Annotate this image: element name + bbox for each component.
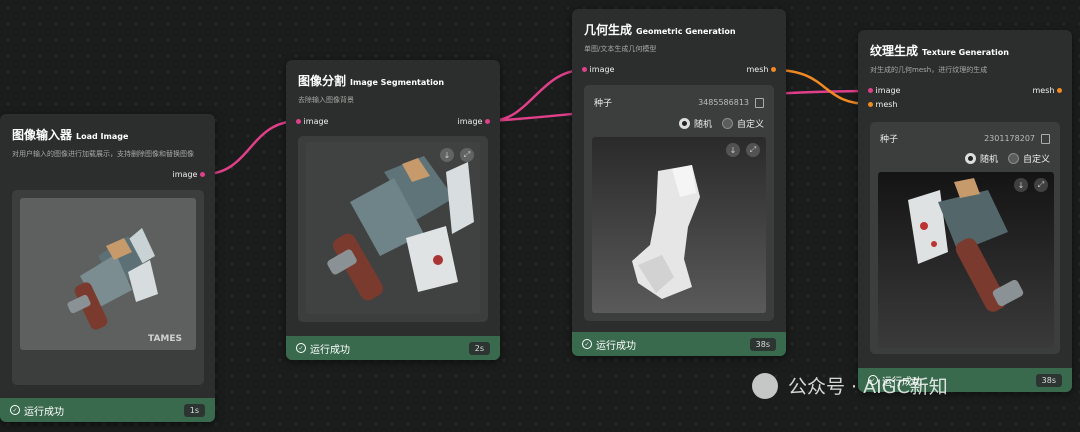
status-bar: ✓ 运行成功 2s xyxy=(286,336,500,360)
radio-custom-label: 自定义 xyxy=(1022,155,1050,165)
radio-random-label: 随机 xyxy=(693,120,712,130)
radio-random[interactable] xyxy=(678,118,690,129)
wire-geo-to-tex-mesh xyxy=(773,68,871,106)
texture-node[interactable]: 纹理生成 Texture Generation 对生成的几何mesh，进行纹理的生… xyxy=(858,30,1072,392)
axe-image-icon xyxy=(327,156,474,301)
run-time-badge: 38s xyxy=(749,337,776,351)
download-icon[interactable]: ↓ xyxy=(440,148,454,162)
node-title: 几何生成 Geometric Generation xyxy=(584,23,736,37)
input-port-mesh[interactable]: mesh xyxy=(868,100,898,109)
download-icon[interactable]: ↓ xyxy=(1014,178,1028,192)
segmented-image[interactable]: ↓ ⤢ xyxy=(306,142,480,314)
image-panel: ↓ ⤢ xyxy=(298,136,488,322)
output-port-image[interactable]: image xyxy=(173,170,205,179)
check-circle-icon: ✓ xyxy=(10,405,20,415)
fullscreen-icon[interactable]: ⤢ xyxy=(460,148,474,162)
output-port-mesh[interactable]: mesh xyxy=(747,65,776,74)
mesh-preview-image[interactable]: ↓ ⤢ xyxy=(592,137,766,313)
input-port-image[interactable]: image xyxy=(582,65,614,74)
seed-label: 种子 xyxy=(594,99,613,109)
radio-custom-label: 自定义 xyxy=(736,120,764,130)
node-description: 去除输入图像背景 xyxy=(298,96,354,104)
watermark-text: 公众号 · AIGC新知 xyxy=(788,376,948,398)
radio-random[interactable] xyxy=(964,153,976,164)
output-port-mesh[interactable]: mesh xyxy=(1033,86,1062,95)
radio-random-label: 随机 xyxy=(979,155,998,165)
wechat-watermark: 公众号 · AIGC新知 xyxy=(752,372,948,399)
radio-custom[interactable] xyxy=(1007,153,1019,164)
input-port-image[interactable]: image xyxy=(868,86,900,95)
status-label: 运行成功 xyxy=(596,340,636,352)
axe-image-icon xyxy=(67,228,158,330)
wechat-logo-icon xyxy=(752,372,778,399)
node-description: 对用户输入的图像进行加载展示，支持删除图像和替换图像 xyxy=(12,150,194,158)
seed-value[interactable]: 2301178207 xyxy=(984,134,1035,143)
status-label: 运行成功 xyxy=(310,344,350,356)
run-time-badge: 2s xyxy=(468,341,490,355)
run-time-badge: 1s xyxy=(183,403,205,417)
axe-image-icon xyxy=(908,178,1024,312)
fullscreen-icon[interactable]: ⤢ xyxy=(1034,178,1048,192)
geometry-node[interactable]: 几何生成 Geometric Generation 单图/文本生成几何模型 ima… xyxy=(572,9,786,356)
settings-panel: 种子 3485586813 随机 自定义 ↓ ⤢ xyxy=(584,85,774,321)
seed-row: 种子 3485586813 xyxy=(594,96,764,109)
check-circle-icon: ✓ xyxy=(582,339,592,349)
seed-mode-radio-group: 随机 自定义 xyxy=(964,152,1050,165)
seed-label: 种子 xyxy=(880,135,899,145)
radio-custom[interactable] xyxy=(721,118,733,129)
fullscreen-icon[interactable]: ⤢ xyxy=(746,143,760,157)
settings-panel: 种子 2301178207 随机 自定义 ↓ ⤢ xyxy=(870,122,1060,354)
node-description: 对生成的几何mesh，进行纹理的生成 xyxy=(870,66,988,74)
seed-mode-radio-group: 随机 自定义 xyxy=(678,117,764,130)
seed-value[interactable]: 3485586813 xyxy=(698,98,749,107)
load-image-node[interactable]: 图像输入器 Load Image 对用户输入的图像进行加载展示，支持删除图像和替换… xyxy=(0,114,215,422)
wire-load-to-seg xyxy=(204,119,299,176)
status-label: 运行成功 xyxy=(24,406,64,418)
output-port-image[interactable]: image xyxy=(458,117,490,126)
segmentation-node[interactable]: 图像分割 Image Segmentation 去除输入图像背景 image im… xyxy=(286,60,500,360)
image-watermark: TAMES xyxy=(148,334,182,344)
node-title: 纹理生成 Texture Generation xyxy=(870,44,1009,58)
input-port-image[interactable]: image xyxy=(296,117,328,126)
textured-model-image[interactable]: ↓ ⤢ xyxy=(878,172,1054,348)
copy-icon[interactable] xyxy=(1041,133,1050,144)
copy-icon[interactable] xyxy=(755,97,764,108)
node-description: 单图/文本生成几何模型 xyxy=(584,45,657,53)
check-circle-icon: ✓ xyxy=(296,343,306,353)
node-title: 图像输入器 Load Image xyxy=(12,128,129,142)
run-time-badge: 38s xyxy=(1035,373,1062,387)
status-bar: ✓ 运行成功 1s xyxy=(0,398,215,422)
download-icon[interactable]: ↓ xyxy=(726,143,740,157)
node-title: 图像分割 Image Segmentation xyxy=(298,74,445,88)
image-panel: TAMES xyxy=(12,190,204,385)
mesh-model-icon xyxy=(632,165,700,299)
seed-row: 种子 2301178207 xyxy=(880,132,1050,145)
input-image[interactable]: TAMES xyxy=(20,198,196,350)
status-bar: ✓ 运行成功 38s xyxy=(572,332,786,356)
